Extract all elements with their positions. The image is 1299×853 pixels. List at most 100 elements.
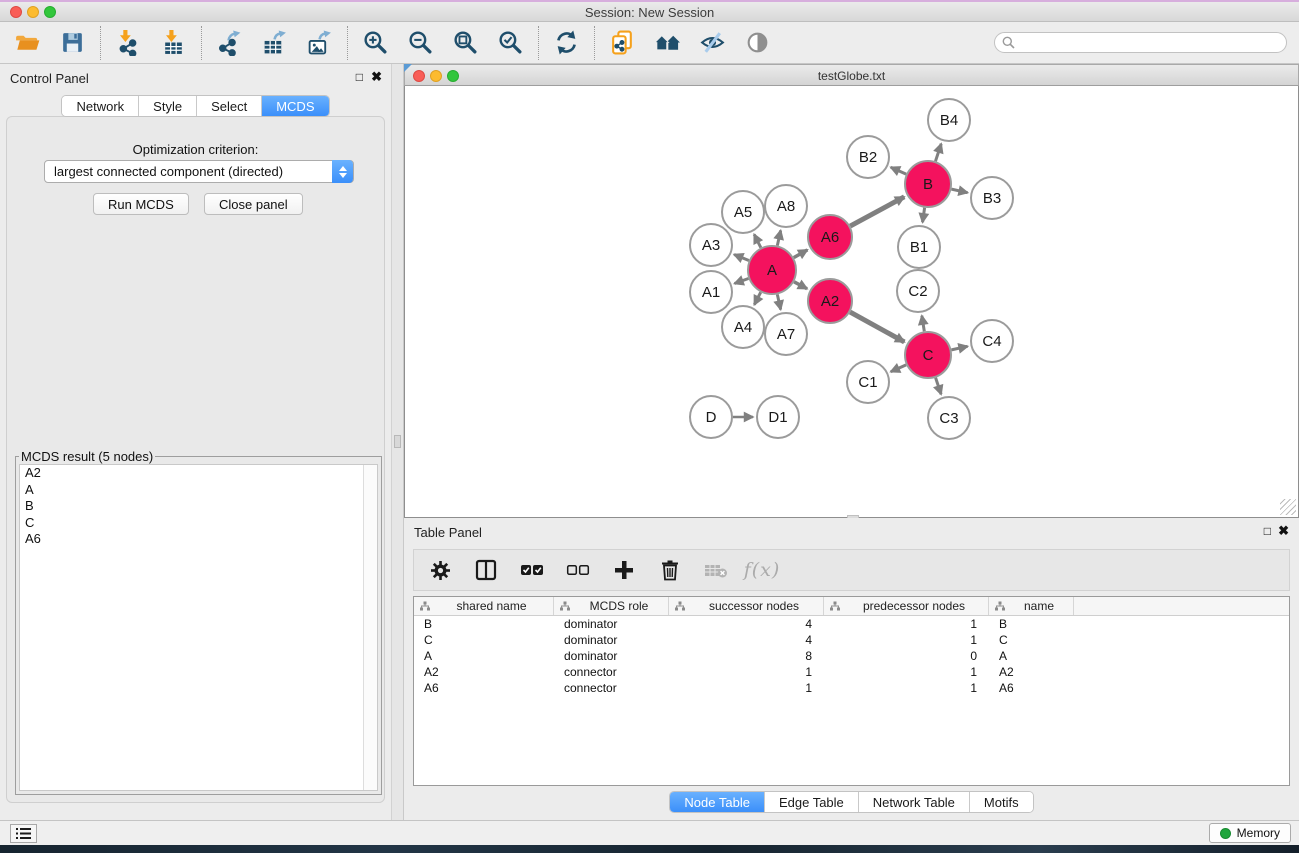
open-session-icon[interactable]: [14, 29, 41, 56]
column-header-name[interactable]: name: [989, 597, 1074, 615]
table-cell[interactable]: connector: [554, 665, 669, 679]
network-window-titlebar[interactable]: testGlobe.txt: [404, 64, 1299, 86]
settings-gear-icon[interactable]: [428, 558, 452, 582]
table-cell[interactable]: 8: [669, 649, 824, 663]
graph-edge-C-C2[interactable]: [922, 316, 924, 332]
table-cell[interactable]: 0: [824, 649, 989, 663]
result-list-scrollbar[interactable]: [363, 465, 377, 790]
export-table-icon[interactable]: [261, 29, 288, 56]
mcds-result-item[interactable]: B: [20, 498, 377, 515]
table-row[interactable]: Bdominator41B: [414, 616, 1289, 632]
table-cell[interactable]: B: [989, 617, 1074, 631]
graph-edge-A-A5[interactable]: [754, 234, 761, 247]
table-cell[interactable]: B: [414, 617, 554, 631]
table-cell[interactable]: 4: [669, 633, 824, 647]
delete-column-icon[interactable]: [658, 558, 682, 582]
export-image-icon[interactable]: [306, 29, 333, 56]
graph-edge-A-A3[interactable]: [734, 254, 749, 260]
table-cell[interactable]: C: [989, 633, 1074, 647]
zoom-selected-icon[interactable]: [497, 29, 524, 56]
close-panel-icon[interactable]: ✖: [371, 70, 382, 83]
panel-divider[interactable]: [391, 64, 404, 820]
run-mcds-button[interactable]: Run MCDS: [93, 193, 189, 215]
first-neighbors-icon[interactable]: [654, 29, 681, 56]
table-cell[interactable]: A2: [989, 665, 1074, 679]
unselect-all-icon[interactable]: [566, 558, 590, 582]
table-cell[interactable]: 1: [824, 665, 989, 679]
graph-edge-B-B2[interactable]: [891, 167, 906, 174]
zoom-in-icon[interactable]: [362, 29, 389, 56]
search-input[interactable]: [994, 32, 1287, 53]
column-chooser-icon[interactable]: [474, 558, 498, 582]
tab-mcds[interactable]: MCDS: [262, 96, 328, 116]
float-table-panel-icon[interactable]: □: [1264, 525, 1271, 537]
window-resize-grip[interactable]: [1280, 499, 1296, 515]
tab-style[interactable]: Style: [139, 96, 197, 116]
table-cell[interactable]: connector: [554, 681, 669, 695]
table-cell[interactable]: 1: [824, 617, 989, 631]
table-row[interactable]: A2connector11A2: [414, 664, 1289, 680]
close-table-panel-icon[interactable]: ✖: [1278, 524, 1289, 537]
tab-edge-table[interactable]: Edge Table: [765, 792, 859, 812]
graph-edge-A-A8[interactable]: [777, 230, 780, 245]
graph-edge-A-A2[interactable]: [794, 282, 807, 289]
select-all-icon[interactable]: [520, 558, 544, 582]
table-cell[interactable]: A6: [414, 681, 554, 695]
table-cell[interactable]: dominator: [554, 649, 669, 663]
hide-selected-icon[interactable]: [699, 29, 726, 56]
zoom-out-icon[interactable]: [407, 29, 434, 56]
float-panel-icon[interactable]: □: [356, 71, 363, 83]
memory-button[interactable]: Memory: [1209, 823, 1291, 843]
clone-network-icon[interactable]: [609, 29, 636, 56]
table-row[interactable]: Cdominator41C: [414, 632, 1289, 648]
tab-node-table[interactable]: Node Table: [670, 792, 765, 812]
table-cell[interactable]: C: [414, 633, 554, 647]
divider-handle[interactable]: [394, 435, 401, 448]
import-table-icon[interactable]: [160, 29, 187, 56]
show-all-icon[interactable]: [744, 29, 771, 56]
graph-edge-B-B1[interactable]: [923, 208, 925, 222]
graph-edge-A-A1[interactable]: [735, 278, 749, 283]
table-cell[interactable]: A: [414, 649, 554, 663]
table-row[interactable]: A6connector11A6: [414, 680, 1289, 696]
mcds-result-item[interactable]: C: [20, 515, 377, 532]
table-cell[interactable]: A6: [989, 681, 1074, 695]
table-cell[interactable]: 1: [824, 681, 989, 695]
mcds-result-item[interactable]: A2: [20, 465, 377, 482]
add-column-icon[interactable]: [612, 558, 636, 582]
save-session-icon[interactable]: [59, 29, 86, 56]
table-cell[interactable]: 1: [824, 633, 989, 647]
table-row[interactable]: Adominator80A: [414, 648, 1289, 664]
table-cell[interactable]: 4: [669, 617, 824, 631]
graph-edge-C-C4[interactable]: [951, 346, 967, 350]
table-cell[interactable]: A: [989, 649, 1074, 663]
tab-network-table[interactable]: Network Table: [859, 792, 970, 812]
task-history-button[interactable]: [10, 824, 37, 843]
graph-edge-B-B3[interactable]: [951, 189, 967, 193]
column-header-shared-name[interactable]: shared name: [414, 597, 554, 615]
close-panel-button[interactable]: Close panel: [204, 193, 303, 215]
tab-motifs[interactable]: Motifs: [970, 792, 1033, 812]
tab-network[interactable]: Network: [62, 96, 139, 116]
graph-edge-A-A4[interactable]: [754, 292, 760, 304]
graph-edge-A2-C[interactable]: [850, 312, 904, 342]
graph-edge-A6-B[interactable]: [850, 197, 904, 226]
table-cell[interactable]: dominator: [554, 617, 669, 631]
criterion-dropdown[interactable]: largest connected component (directed): [44, 160, 354, 183]
graph-edge-A-A6[interactable]: [794, 250, 808, 258]
graph-edge-A-A7[interactable]: [777, 294, 780, 309]
graph-edge-B-B4[interactable]: [935, 144, 941, 161]
graph-edge-C-C1[interactable]: [891, 365, 906, 372]
table-cell[interactable]: 1: [669, 665, 824, 679]
refresh-icon[interactable]: [553, 29, 580, 56]
column-header-MCDS-role[interactable]: MCDS role: [554, 597, 669, 615]
import-network-icon[interactable]: [115, 29, 142, 56]
graph-edge-C-C3[interactable]: [936, 378, 942, 395]
column-header-successor-nodes[interactable]: successor nodes: [669, 597, 824, 615]
mcds-result-item[interactable]: A6: [20, 531, 377, 548]
tab-select[interactable]: Select: [197, 96, 262, 116]
zoom-fit-icon[interactable]: [452, 29, 479, 56]
export-network-icon[interactable]: [216, 29, 243, 56]
mcds-result-item[interactable]: A: [20, 482, 377, 499]
table-cell[interactable]: 1: [669, 681, 824, 695]
